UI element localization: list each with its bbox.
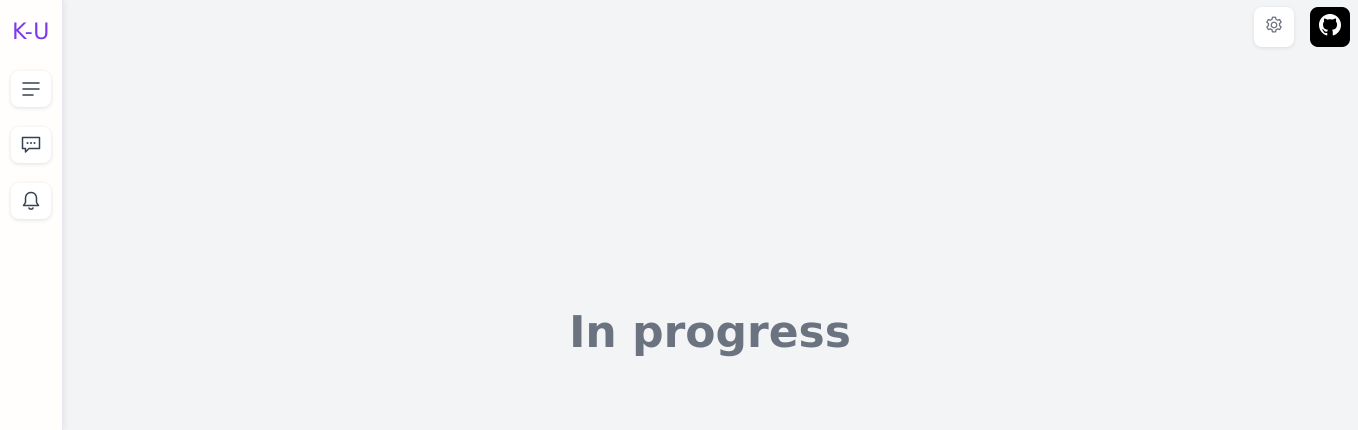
- menu-lines-icon: [21, 79, 41, 99]
- gear-icon: [1263, 14, 1285, 40]
- status-heading: In progress: [569, 307, 851, 358]
- settings-button[interactable]: [1254, 7, 1294, 47]
- github-icon: [1319, 14, 1341, 40]
- sidebar-menu-button[interactable]: [11, 71, 51, 107]
- app-logo[interactable]: K-U: [10, 19, 52, 47]
- sidebar-notifications-button[interactable]: [11, 183, 51, 219]
- chat-bubble-icon: [20, 135, 42, 155]
- github-button[interactable]: [1310, 7, 1350, 47]
- sidebar-chat-button[interactable]: [11, 127, 51, 163]
- sidebar: K-U: [0, 0, 63, 430]
- bell-icon: [21, 190, 41, 212]
- app-root: K-U In progress: [0, 0, 1358, 430]
